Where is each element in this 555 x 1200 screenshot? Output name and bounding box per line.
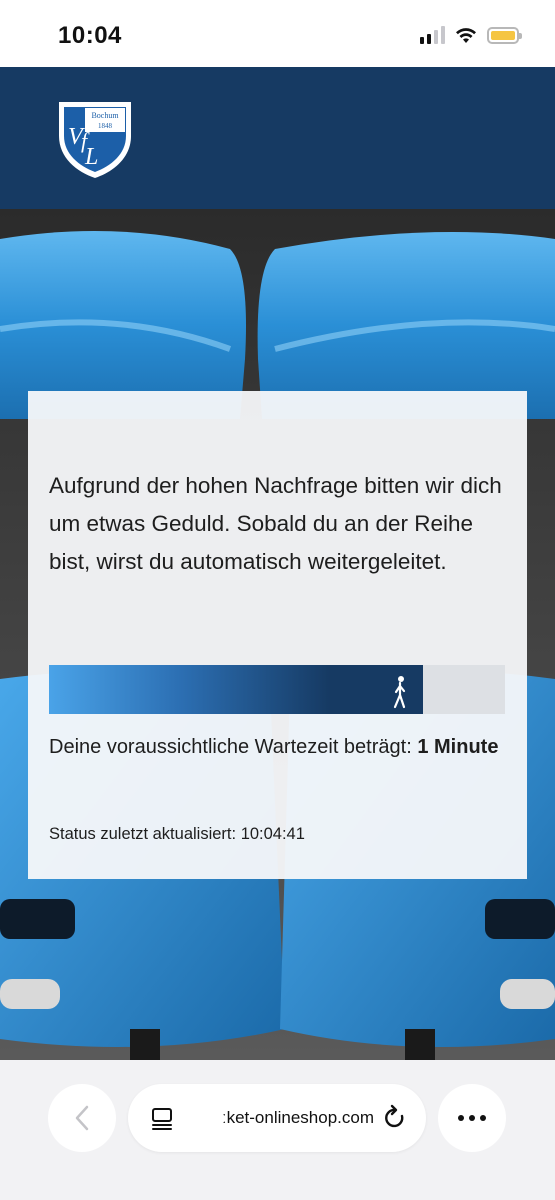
queue-message: Aufgrund der hohen Nachfrage bitten wir … xyxy=(49,473,502,574)
back-button[interactable] xyxy=(48,1084,116,1152)
queue-progress-bar xyxy=(49,665,505,714)
back-arrow-icon xyxy=(75,1105,89,1131)
battery-icon xyxy=(487,26,522,44)
tabs-icon[interactable] xyxy=(150,1106,174,1130)
wait-time-label: Deine voraussichtliche Wartezeit beträgt… xyxy=(49,736,412,758)
queue-progress-fill xyxy=(49,665,423,714)
walking-person-icon xyxy=(393,676,406,709)
status-updated-text: Status zuletzt aktualisiert: 10:04:41 xyxy=(49,825,305,844)
vfl-bochum-logo[interactable]: Bochum 1848 V f L xyxy=(55,96,135,180)
svg-text:L: L xyxy=(84,144,98,170)
status-updated-time: 10:04:41 xyxy=(240,825,305,843)
status-updated-label: Status zuletzt aktualisiert: xyxy=(49,825,237,843)
more-button[interactable] xyxy=(438,1084,506,1152)
address-bar[interactable]: ːket-onlineshop.com xyxy=(128,1084,426,1152)
url-text: ːket-onlineshop.com xyxy=(221,1108,374,1127)
browser-toolbar: ːket-onlineshop.com xyxy=(0,1060,555,1200)
svg-text:1848: 1848 xyxy=(98,122,113,130)
status-bar: 10:04 xyxy=(0,0,555,67)
cellular-signal-icon xyxy=(420,26,445,44)
status-icons xyxy=(420,26,522,44)
wifi-icon xyxy=(456,27,476,43)
wait-time-text: Deine voraussichtliche Wartezeit beträgt… xyxy=(49,730,509,764)
wait-time-value: 1 Minute xyxy=(417,736,499,758)
status-time: 10:04 xyxy=(58,22,122,49)
reload-icon[interactable] xyxy=(382,1104,408,1132)
more-icon xyxy=(458,1115,486,1121)
svg-text:Bochum: Bochum xyxy=(91,111,119,120)
queue-card: Aufgrund der hohen Nachfrage bitten wir … xyxy=(28,391,527,879)
